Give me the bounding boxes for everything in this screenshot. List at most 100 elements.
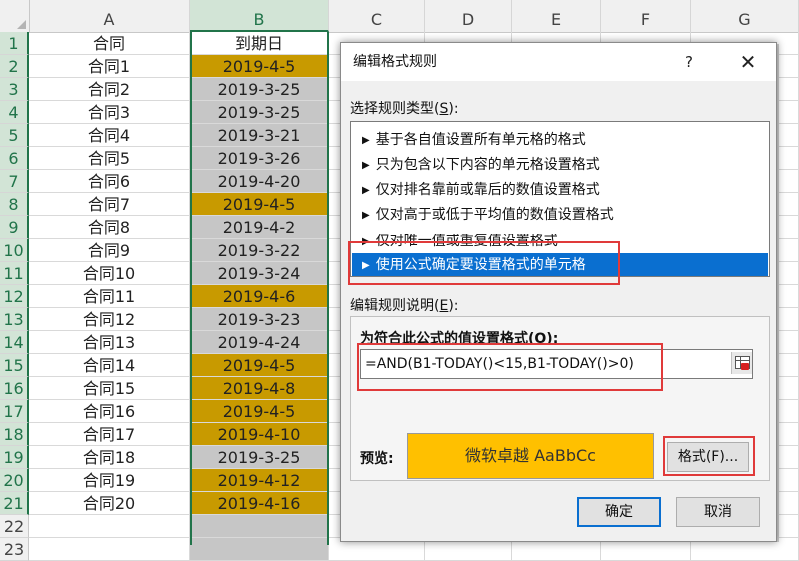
cell-b[interactable]: 2019-3-25 bbox=[190, 446, 329, 469]
cell-b[interactable]: 2019-4-16 bbox=[190, 492, 329, 515]
column-header-a[interactable]: A bbox=[29, 0, 190, 32]
row-header[interactable]: 22 bbox=[0, 515, 29, 538]
triangle-right-icon: ▶ bbox=[362, 135, 370, 146]
row-header[interactable]: 23 bbox=[0, 538, 29, 561]
cell-a[interactable]: 合同3 bbox=[29, 101, 190, 124]
row-header[interactable]: 2 bbox=[0, 55, 29, 78]
row-header[interactable]: 3 bbox=[0, 78, 29, 101]
format-button[interactable]: 格式(F)... bbox=[667, 442, 749, 472]
column-header-g[interactable]: G bbox=[691, 0, 799, 32]
column-header-f[interactable]: F bbox=[601, 0, 691, 32]
cell-b[interactable]: 2019-4-10 bbox=[190, 423, 329, 446]
format-preview: 微软卓越 AaBbCc bbox=[407, 433, 654, 479]
dialog-title: 编辑格式规则 bbox=[353, 54, 437, 70]
row-header[interactable]: 5 bbox=[0, 124, 29, 147]
row-header[interactable]: 12 bbox=[0, 285, 29, 308]
column-header-e[interactable]: E bbox=[512, 0, 601, 32]
cancel-button[interactable]: 取消 bbox=[676, 497, 760, 527]
help-button[interactable]: ? bbox=[674, 43, 704, 81]
cell-a[interactable]: 合同 bbox=[29, 32, 190, 55]
row-header[interactable]: 16 bbox=[0, 377, 29, 400]
row-header[interactable]: 8 bbox=[0, 193, 29, 216]
cell-a[interactable]: 合同20 bbox=[29, 492, 190, 515]
cell-a[interactable]: 合同18 bbox=[29, 446, 190, 469]
rule-type-label: 选择规则类型(S): bbox=[350, 101, 459, 117]
cell-b[interactable] bbox=[190, 538, 329, 561]
rule-type-item[interactable]: ▶ 仅对唯一值或重复值设置格式 bbox=[352, 234, 768, 248]
row-header[interactable]: 19 bbox=[0, 446, 29, 469]
cell-b[interactable]: 2019-4-20 bbox=[190, 170, 329, 193]
cell-a[interactable]: 合同5 bbox=[29, 147, 190, 170]
cell-b[interactable]: 2019-3-24 bbox=[190, 262, 329, 285]
cell-b[interactable]: 2019-4-24 bbox=[190, 331, 329, 354]
cell-a[interactable] bbox=[29, 538, 190, 561]
cell-b[interactable]: 2019-4-5 bbox=[190, 354, 329, 377]
cell-b[interactable] bbox=[190, 515, 329, 538]
cell-b[interactable]: 2019-4-6 bbox=[190, 285, 329, 308]
row-header[interactable]: 6 bbox=[0, 147, 29, 170]
formula-input[interactable]: =AND(B1-TODAY()<15,B1-TODAY()>0) bbox=[360, 349, 753, 379]
range-select-button[interactable] bbox=[731, 352, 752, 374]
row-header[interactable]: 20 bbox=[0, 469, 29, 492]
close-button[interactable]: ✕ bbox=[728, 43, 768, 81]
cell-a[interactable]: 合同15 bbox=[29, 377, 190, 400]
select-all-triangle-icon bbox=[17, 20, 26, 29]
dialog-titlebar[interactable]: 编辑格式规则 ? ✕ bbox=[341, 43, 776, 81]
row-header[interactable]: 7 bbox=[0, 170, 29, 193]
row-header[interactable]: 13 bbox=[0, 308, 29, 331]
column-header-c[interactable]: C bbox=[329, 0, 425, 32]
row-header[interactable]: 15 bbox=[0, 354, 29, 377]
rule-type-label: 只为包含以下内容的单元格设置格式 bbox=[375, 157, 600, 173]
cell-a[interactable]: 合同6 bbox=[29, 170, 190, 193]
row-header[interactable]: 9 bbox=[0, 216, 29, 239]
cell-a[interactable]: 合同8 bbox=[29, 216, 190, 239]
select-all-corner[interactable] bbox=[0, 0, 30, 32]
cell-b[interactable]: 2019-3-22 bbox=[190, 239, 329, 262]
rule-type-item[interactable]: ▶ 基于各自值设置所有单元格的格式 bbox=[352, 128, 768, 153]
cell-a[interactable]: 合同4 bbox=[29, 124, 190, 147]
cell-b[interactable]: 2019-3-23 bbox=[190, 308, 329, 331]
cell-a[interactable]: 合同19 bbox=[29, 469, 190, 492]
cell-a[interactable]: 合同16 bbox=[29, 400, 190, 423]
cell-b[interactable]: 2019-4-8 bbox=[190, 377, 329, 400]
column-header-d[interactable]: D bbox=[425, 0, 512, 32]
cell-b[interactable]: 2019-3-25 bbox=[190, 78, 329, 101]
cell-a[interactable]: 合同14 bbox=[29, 354, 190, 377]
cell-a[interactable]: 合同7 bbox=[29, 193, 190, 216]
cell-b[interactable]: 2019-4-5 bbox=[190, 193, 329, 216]
cell-b[interactable]: 2019-4-2 bbox=[190, 216, 329, 239]
rule-type-list[interactable]: ▶ 基于各自值设置所有单元格的格式 ▶ 只为包含以下内容的单元格设置格式 ▶ 仅对排名靠前… bbox=[350, 121, 770, 277]
cell-a[interactable]: 合同10 bbox=[29, 262, 190, 285]
cell-a[interactable]: 合同12 bbox=[29, 308, 190, 331]
rule-type-label: 基于各自值设置所有单元格的格式 bbox=[375, 132, 586, 148]
cell-a[interactable]: 合同2 bbox=[29, 78, 190, 101]
row-header[interactable]: 17 bbox=[0, 400, 29, 423]
cell-a[interactable]: 合同1 bbox=[29, 55, 190, 78]
rule-type-item[interactable]: ▶ 仅对排名靠前或靠后的数值设置格式 bbox=[352, 178, 768, 203]
row-header[interactable]: 18 bbox=[0, 423, 29, 446]
rule-type-item[interactable]: ▶ 使用公式确定要设置格式的单元格 bbox=[352, 253, 768, 276]
cell-a[interactable]: 合同9 bbox=[29, 239, 190, 262]
cell-a[interactable]: 合同11 bbox=[29, 285, 190, 308]
row-header[interactable]: 1 bbox=[0, 32, 29, 55]
cell-b[interactable]: 2019-3-26 bbox=[190, 147, 329, 170]
cell-a[interactable]: 合同17 bbox=[29, 423, 190, 446]
cell-b[interactable]: 到期日 bbox=[190, 32, 329, 55]
cell-a[interactable] bbox=[29, 515, 190, 538]
row-header[interactable]: 11 bbox=[0, 262, 29, 285]
cell-a[interactable]: 合同13 bbox=[29, 331, 190, 354]
column-header-b[interactable]: B bbox=[190, 0, 329, 32]
preview-label: 预览: bbox=[360, 451, 394, 467]
cell-b[interactable]: 2019-3-21 bbox=[190, 124, 329, 147]
rule-type-item[interactable]: ▶ 仅对高于或低于平均值的数值设置格式 bbox=[352, 203, 768, 228]
cell-b[interactable]: 2019-4-5 bbox=[190, 400, 329, 423]
cell-b[interactable]: 2019-4-5 bbox=[190, 55, 329, 78]
rule-type-item[interactable]: ▶ 只为包含以下内容的单元格设置格式 bbox=[352, 153, 768, 178]
row-header[interactable]: 14 bbox=[0, 331, 29, 354]
row-header[interactable]: 21 bbox=[0, 492, 29, 515]
cell-b[interactable]: 2019-3-25 bbox=[190, 101, 329, 124]
row-header[interactable]: 10 bbox=[0, 239, 29, 262]
row-header[interactable]: 4 bbox=[0, 101, 29, 124]
cell-b[interactable]: 2019-4-12 bbox=[190, 469, 329, 492]
ok-button[interactable]: 确定 bbox=[577, 497, 661, 527]
